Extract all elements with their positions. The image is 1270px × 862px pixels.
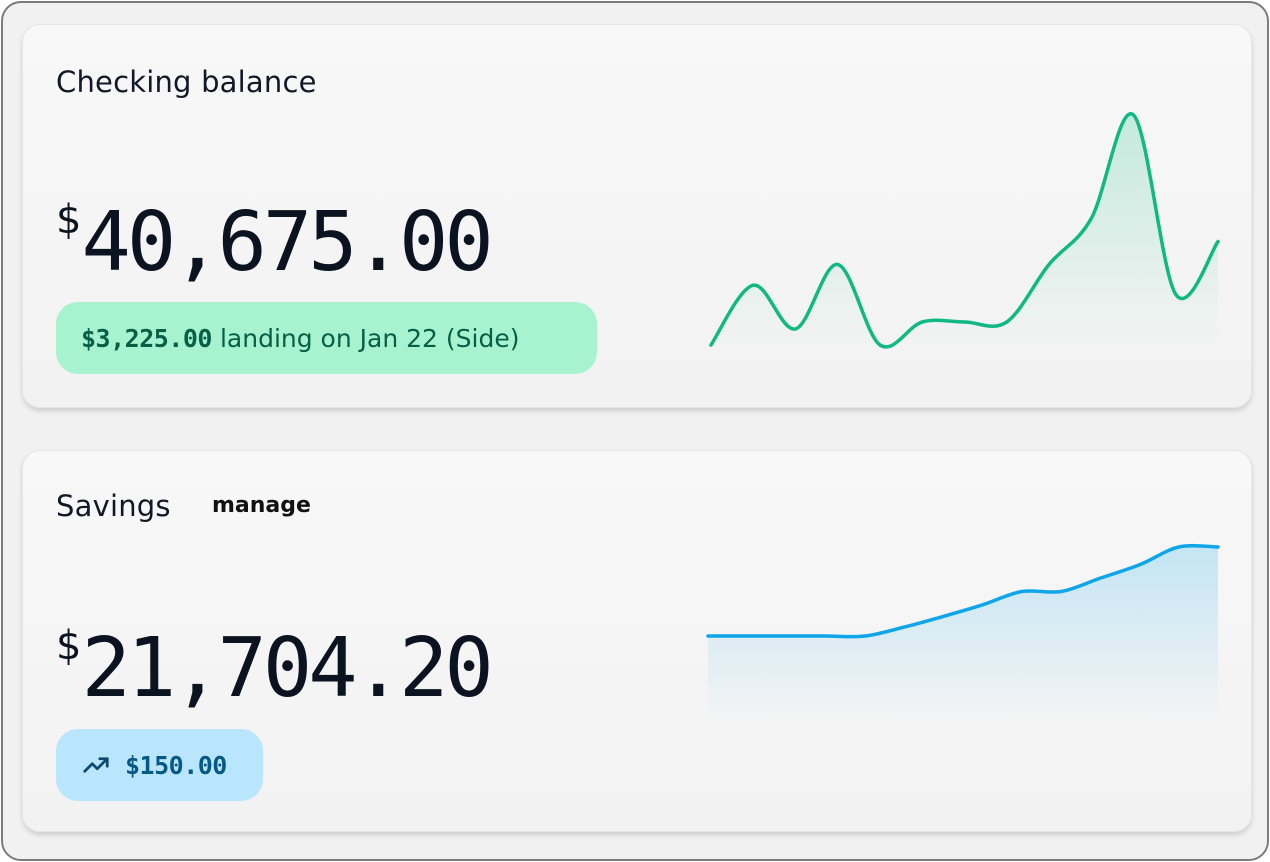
checking-currency-symbol: $ bbox=[56, 197, 82, 243]
pending-deposit-text: landing on Jan 22 (Side) bbox=[219, 323, 520, 353]
checking-sparkline-area bbox=[711, 113, 1218, 347]
savings-currency-symbol: $ bbox=[56, 623, 82, 669]
checking-card[interactable]: Checking balance $40,675.00 $3,225.00 la… bbox=[22, 24, 1252, 408]
savings-balance-value: 21,704.20 bbox=[81, 621, 493, 716]
savings-change-amount: $150.00 bbox=[125, 750, 227, 780]
checking-balance-value: 40,675.00 bbox=[81, 195, 493, 290]
checking-sparkline bbox=[709, 112, 1220, 349]
checking-balance: $40,675.00 bbox=[56, 193, 494, 293]
savings-title: Savings bbox=[56, 489, 171, 523]
app-frame: Checking balance $40,675.00 $3,225.00 la… bbox=[1, 1, 1269, 861]
savings-card[interactable]: Savings manage $21,704.20 $150.00 bbox=[22, 450, 1252, 832]
savings-sparkline bbox=[706, 543, 1220, 721]
checking-title: Checking balance bbox=[56, 65, 317, 99]
trending-up-icon bbox=[83, 757, 109, 773]
savings-balance: $21,704.20 bbox=[56, 619, 494, 719]
savings-sparkline-area bbox=[708, 545, 1218, 721]
pending-deposit-amount: $3,225.00 bbox=[81, 323, 212, 353]
manage-savings-link[interactable]: manage bbox=[212, 493, 311, 518]
savings-change-badge: $150.00 bbox=[56, 729, 263, 801]
pending-deposit-badge: $3,225.00 landing on Jan 22 (Side) bbox=[56, 302, 597, 374]
